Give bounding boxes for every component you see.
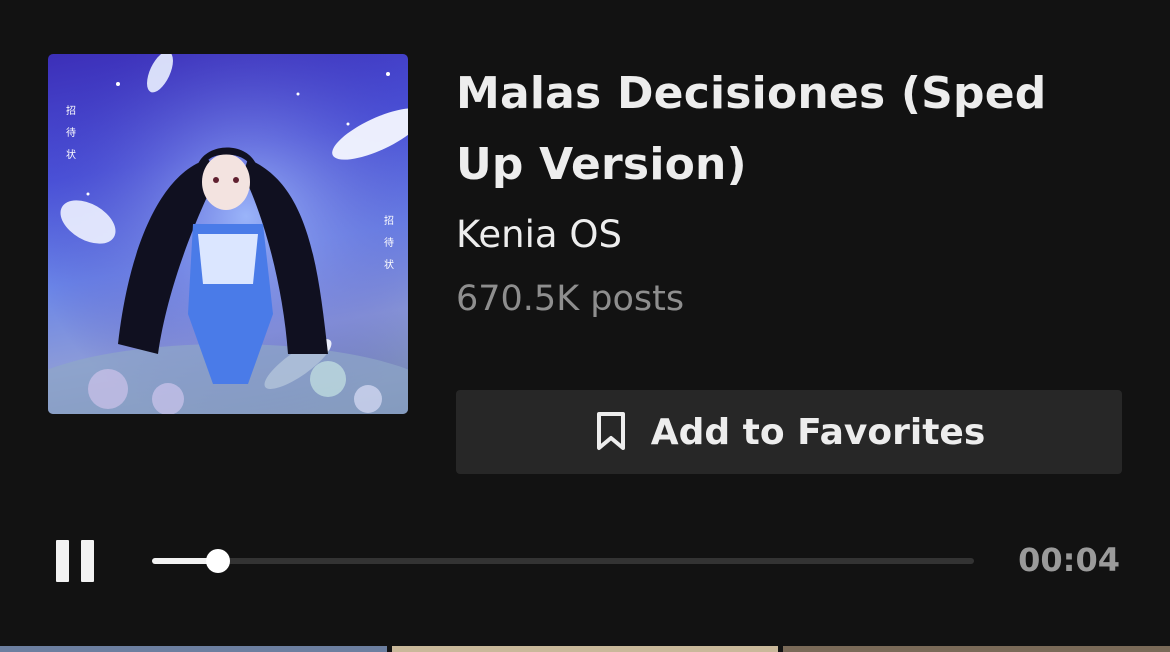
- posts-count: 670.5K posts: [456, 279, 685, 319]
- song-title: Malas Decisiones (Sped Up Version): [456, 68, 1047, 190]
- artist-name[interactable]: Kenia OS: [456, 210, 1126, 260]
- svg-text:招: 招: [66, 104, 76, 117]
- video-thumbnail[interactable]: [0, 646, 387, 652]
- svg-text:状: 状: [66, 148, 76, 161]
- progress-slider[interactable]: [152, 549, 974, 573]
- bookmark-icon: [593, 411, 629, 454]
- video-thumbnail[interactable]: [392, 646, 778, 652]
- svg-text:状: 状: [384, 258, 394, 271]
- pause-button[interactable]: [52, 536, 98, 586]
- add-to-favorites-button[interactable]: Add to Favorites: [456, 390, 1122, 474]
- album-cover-image: 招 待 状 招 待 状: [48, 54, 408, 414]
- add-to-favorites-label: Add to Favorites: [650, 411, 986, 453]
- svg-text:待: 待: [66, 126, 76, 139]
- pause-icon: [56, 540, 69, 582]
- progress-knob[interactable]: [205, 549, 230, 573]
- song-info: Malas Decisiones (Sped Up Version) Kenia…: [456, 58, 1126, 322]
- svg-text:待: 待: [384, 236, 394, 249]
- sound-detail-panel: 招 待 状 招 待 状 Malas Decisiones (Sped Up Ve…: [0, 0, 1170, 652]
- elapsed-time: 00:04: [1018, 541, 1120, 579]
- video-thumbnail[interactable]: [783, 646, 1170, 652]
- svg-text:招: 招: [384, 214, 394, 227]
